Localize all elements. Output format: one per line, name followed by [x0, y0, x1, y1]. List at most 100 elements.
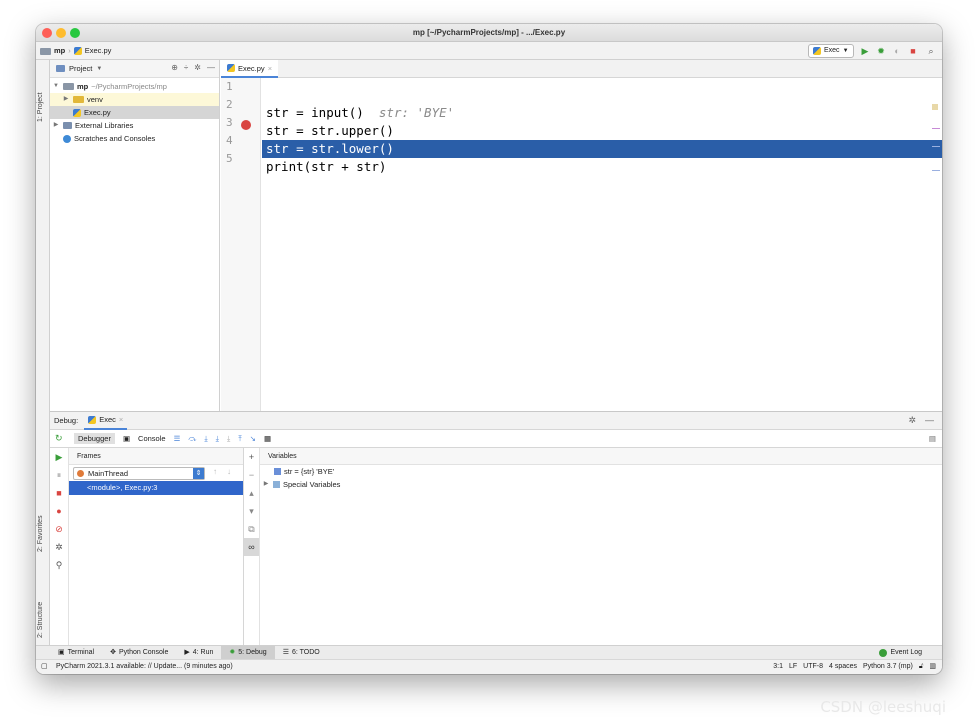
- code-line-5[interactable]: [262, 176, 942, 194]
- infinity-icon[interactable]: ∞: [244, 538, 259, 556]
- special-variables-row[interactable]: ▶ Special Variables: [260, 478, 942, 491]
- terminal-tool-tab[interactable]: ▣ Terminal: [50, 646, 102, 660]
- settings-icon[interactable]: ✲: [50, 538, 68, 556]
- add-watch-icon[interactable]: +: [244, 448, 259, 466]
- run-icon: ▶: [184, 648, 190, 656]
- line-separator[interactable]: LF: [789, 660, 797, 674]
- todo-tool-tab[interactable]: ☰ 6: TODO: [275, 646, 328, 660]
- coverage-icon[interactable]: ◐: [890, 44, 904, 58]
- favorites-tool-tab[interactable]: 2: Favorites: [37, 515, 44, 552]
- folder-icon: [40, 47, 51, 55]
- tab-debugger[interactable]: Debugger: [74, 433, 115, 444]
- minimize-window-button[interactable]: [56, 28, 66, 38]
- inspection-marker-icon[interactable]: [932, 104, 938, 110]
- resume-icon[interactable]: ▶: [50, 448, 68, 466]
- folder-icon: [63, 83, 74, 90]
- copy-icon[interactable]: ⧉: [244, 520, 259, 538]
- indent-setting[interactable]: 4 spaces: [829, 660, 857, 674]
- rerun-icon[interactable]: ↻: [55, 433, 63, 444]
- python-console-tool-tab[interactable]: ✥ Python Console: [102, 646, 176, 660]
- code-text: str = str.upper(): [266, 123, 394, 138]
- force-step-into-icon[interactable]: ⤓: [227, 434, 230, 444]
- pin-icon[interactable]: ⚲: [50, 556, 68, 574]
- gear-icon[interactable]: ✲: [194, 63, 201, 72]
- move-down-icon[interactable]: ▾: [244, 502, 259, 520]
- layout-icon[interactable]: ▤: [929, 434, 936, 443]
- tree-item-scratches[interactable]: Scratches and Consoles: [50, 132, 219, 145]
- stop-icon[interactable]: ■: [50, 484, 68, 502]
- breadcrumb-project[interactable]: mp: [54, 42, 65, 60]
- interpreter-selector[interactable]: Python 3.7 (mp): [863, 660, 913, 674]
- watermark: CSDN @leeshuqi: [820, 698, 946, 716]
- project-view-selector[interactable]: Project: [69, 64, 92, 73]
- arrow-up-icon[interactable]: ↑: [213, 467, 217, 476]
- tree-root[interactable]: ▼ mp ~/PycharmProjects/mp: [50, 80, 219, 93]
- line-number: 5: [226, 152, 233, 165]
- tab-exec-py[interactable]: Exec.py ×: [221, 60, 279, 78]
- hide-icon[interactable]: —: [925, 415, 934, 425]
- step-out-icon[interactable]: ⤒: [238, 434, 241, 444]
- debug-session-tab[interactable]: Exec ×: [84, 412, 128, 430]
- arrow-down-icon[interactable]: ↓: [227, 467, 231, 476]
- chevron-down-icon[interactable]: ▼: [96, 66, 102, 72]
- debug-tool-tab[interactable]: ✹ 5: Debug: [221, 645, 275, 660]
- collapse-icon[interactable]: ÷: [184, 63, 188, 72]
- step-into-icon[interactable]: ⤓: [204, 434, 207, 444]
- lock-icon[interactable]: 🔓︎: [919, 660, 924, 674]
- tree-item-venv[interactable]: ▶ venv: [50, 93, 219, 106]
- file-encoding[interactable]: UTF-8: [803, 660, 823, 674]
- breadcrumb-file[interactable]: Exec.py: [85, 42, 112, 60]
- view-breakpoints-icon[interactable]: ●: [50, 502, 68, 520]
- code-line-1[interactable]: str = input() str: 'BYE': [262, 104, 942, 122]
- mute-breakpoints-icon[interactable]: ⊘: [50, 520, 68, 538]
- menu-icon[interactable]: ☰: [174, 434, 181, 443]
- debug-icon[interactable]: ✹: [874, 44, 888, 58]
- locate-icon[interactable]: ⊕: [171, 63, 178, 72]
- close-icon[interactable]: ×: [268, 64, 272, 73]
- code-line-3-current[interactable]: str = str.lower(): [262, 140, 942, 158]
- pause-icon[interactable]: ⏸: [50, 466, 68, 484]
- toggle-tool-windows-icon[interactable]: ▢: [41, 660, 48, 674]
- stop-icon[interactable]: ■: [906, 44, 920, 58]
- line-gutter[interactable]: 1 2 3 4 5: [221, 78, 261, 411]
- status-message[interactable]: PyCharm 2021.3.1 available: // Update...…: [56, 660, 233, 674]
- tool-tab-label: Terminal: [67, 648, 95, 656]
- hide-icon[interactable]: —: [207, 63, 215, 72]
- zoom-window-button[interactable]: [70, 28, 80, 38]
- run-tool-tab[interactable]: ▶ 4: Run: [176, 646, 221, 660]
- variable-row[interactable]: str = {str} 'BYE': [260, 465, 942, 478]
- line-number: 2: [226, 98, 233, 111]
- python-console-icon: ✥: [110, 648, 116, 656]
- close-icon[interactable]: ×: [119, 415, 123, 424]
- tree-item-external-libraries[interactable]: ▶ External Libraries: [50, 119, 219, 132]
- evaluate-icon[interactable]: ▦: [264, 434, 271, 443]
- caret-position[interactable]: 3:1: [773, 660, 783, 674]
- selected-frame[interactable]: <module>, Exec.py:3: [69, 481, 243, 495]
- run-config-selector[interactable]: Exec ▼: [808, 44, 854, 58]
- project-panel: Project ▼ ⊕ ÷ ✲ — ▼ mp ~/PycharmProjects…: [50, 60, 220, 411]
- structure-tool-tab[interactable]: 2: Structure: [37, 602, 44, 638]
- variables-group-icon: [273, 481, 280, 488]
- event-log-tool-tab[interactable]: Event Log: [871, 646, 930, 660]
- memory-icon[interactable]: ▥: [929, 660, 936, 674]
- code-line-2[interactable]: str = str.upper(): [262, 122, 942, 140]
- project-tree: ▼ mp ~/PycharmProjects/mp ▶ venv Exec.py…: [50, 78, 219, 145]
- close-window-button[interactable]: [42, 28, 52, 38]
- frames-pane: Frames MainThread ⇕ ↑ ↓ <module>, Exec.p…: [69, 448, 244, 646]
- step-over-icon[interactable]: ⤼: [188, 434, 196, 444]
- thread-selector[interactable]: MainThread ⇕: [73, 467, 205, 480]
- search-icon[interactable]: ⌕: [924, 44, 938, 58]
- tab-console[interactable]: Console: [138, 434, 166, 443]
- project-tool-tab[interactable]: 1: Project: [37, 92, 44, 122]
- run-to-cursor-icon[interactable]: ↘: [250, 434, 256, 443]
- thread-name: MainThread: [88, 469, 129, 478]
- breakpoint-icon[interactable]: [241, 120, 251, 130]
- run-icon[interactable]: ▶: [858, 44, 872, 58]
- step-into-my-code-icon[interactable]: ⤓: [216, 434, 219, 444]
- gear-icon[interactable]: ✲: [908, 415, 916, 426]
- debug-session-label: Exec: [99, 415, 116, 424]
- remove-watch-icon[interactable]: −: [244, 466, 259, 484]
- move-up-icon[interactable]: ▴: [244, 484, 259, 502]
- tree-item-exec-py[interactable]: Exec.py: [50, 106, 219, 119]
- code-line-4[interactable]: print(str + str): [262, 158, 942, 176]
